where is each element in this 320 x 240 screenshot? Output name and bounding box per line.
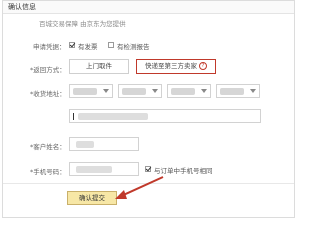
confirm-info-panel: 确认信息 百城交易保障 由京东为您提供 申请凭据： 有发票 有检测报告 *返回方…: [2, 0, 295, 218]
red-arrow-annotation: [115, 176, 164, 199]
arrow-head: [115, 190, 127, 199]
arrow-shaft: [118, 176, 164, 198]
